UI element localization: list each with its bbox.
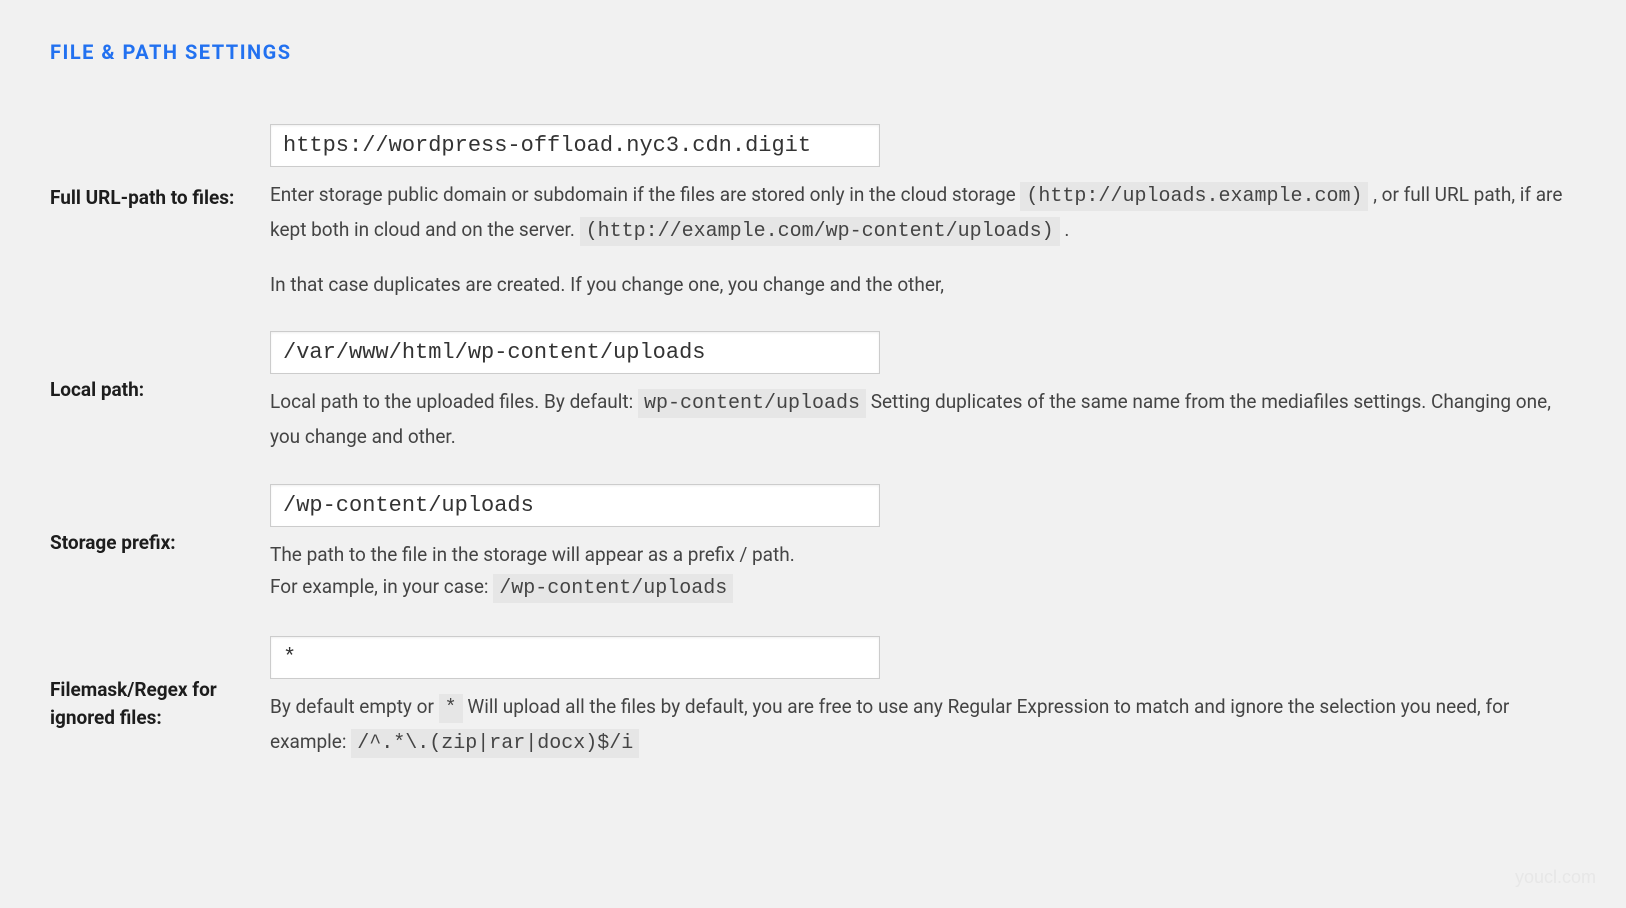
desc-line: For example, in your case: /wp-content/u… (270, 571, 1576, 606)
desc-url-path-2: In that case duplicates are created. If … (270, 269, 1576, 301)
desc-code: (http://uploads.example.com) (1020, 182, 1368, 211)
desc-text: By default empty or (270, 695, 439, 718)
input-filemask[interactable] (270, 636, 880, 679)
desc-url-path: Enter storage public domain or subdomain… (270, 179, 1576, 249)
desc-code: (http://example.com/wp-content/uploads) (580, 217, 1060, 246)
field-row-filemask: Filemask/Regex for ignored files: By def… (50, 636, 1576, 761)
input-storage-prefix[interactable] (270, 484, 880, 527)
desc-text: For example, in your case: (270, 575, 493, 598)
settings-form: Full URL-path to files: Enter storage pu… (50, 124, 1576, 761)
label-filemask: Filemask/Regex for ignored files: (50, 636, 270, 733)
input-local-path[interactable] (270, 331, 880, 374)
desc-filemask: By default empty or * Will upload all th… (270, 691, 1576, 761)
desc-storage-prefix: The path to the file in the storage will… (270, 539, 1576, 606)
content-filemask: By default empty or * Will upload all th… (270, 636, 1576, 761)
label-local-path: Local path: (50, 331, 270, 405)
label-url-path: Full URL-path to files: (50, 124, 270, 213)
desc-code: wp-content/uploads (638, 389, 866, 418)
input-url-path[interactable] (270, 124, 880, 167)
content-storage-prefix: The path to the file in the storage will… (270, 484, 1576, 606)
label-storage-prefix: Storage prefix: (50, 484, 270, 558)
content-url-path: Enter storage public domain or subdomain… (270, 124, 1576, 301)
desc-code: * (439, 694, 463, 723)
desc-line: The path to the file in the storage will… (270, 539, 1576, 571)
section-title: FILE & PATH SETTINGS (50, 40, 1576, 64)
desc-code: /^.*\.(zip|rar|docx)$/i (351, 729, 639, 758)
field-row-url-path: Full URL-path to files: Enter storage pu… (50, 124, 1576, 301)
desc-text: Enter storage public domain or subdomain… (270, 183, 1020, 206)
content-local-path: Local path to the uploaded files. By def… (270, 331, 1576, 453)
desc-text: . (1064, 218, 1069, 241)
watermark: youcl.com (1515, 867, 1596, 888)
desc-code: /wp-content/uploads (493, 574, 733, 603)
desc-text: Local path to the uploaded files. By def… (270, 390, 638, 413)
desc-local-path: Local path to the uploaded files. By def… (270, 386, 1576, 453)
field-row-storage-prefix: Storage prefix: The path to the file in … (50, 484, 1576, 606)
field-row-local-path: Local path: Local path to the uploaded f… (50, 331, 1576, 453)
